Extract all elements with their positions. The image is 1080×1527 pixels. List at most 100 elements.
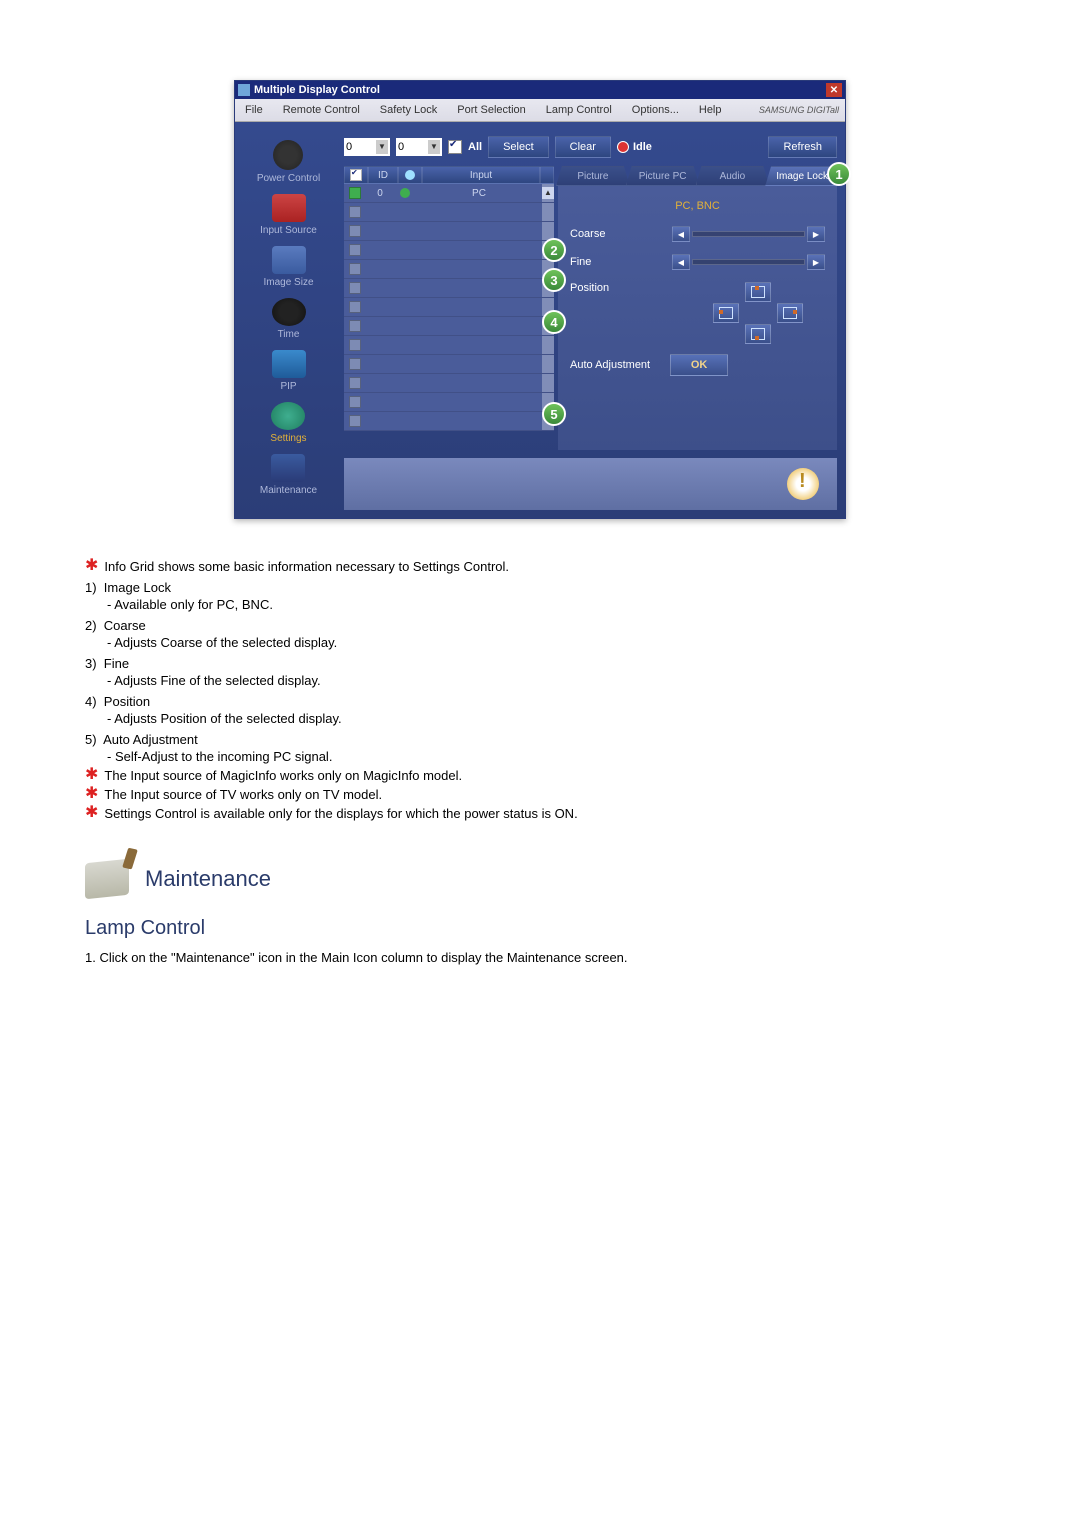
scrollbar-head <box>540 166 554 184</box>
titlebar: Multiple Display Control ✕ <box>235 81 845 99</box>
row-checkbox[interactable] <box>349 187 361 199</box>
ok-button[interactable]: OK <box>670 354 728 376</box>
col-id[interactable]: ID <box>368 166 398 184</box>
arrow-right-icon[interactable]: ▶ <box>807 226 825 242</box>
table-row <box>344 279 554 298</box>
dropdown-1[interactable]: 0 ▼ <box>344 138 390 156</box>
status-dot-icon <box>617 141 629 153</box>
scroll-up-icon[interactable]: ▲ <box>542 187 554 199</box>
arrow-right-icon[interactable]: ▶ <box>807 254 825 270</box>
settings-icon <box>271 402 305 430</box>
col-status[interactable] <box>398 166 422 184</box>
list-sub: - Adjusts Coarse of the selected display… <box>107 635 995 650</box>
slider-track[interactable] <box>692 259 805 265</box>
settings-panel: Picture Picture PC Audio Image Lock PC, … <box>558 166 837 450</box>
callout-2: 2 <box>542 238 566 262</box>
position-right-icon <box>783 307 797 319</box>
note-line: ✱ The Input source of TV works only on T… <box>85 787 995 802</box>
instruction-line: 1. Click on the "Maintenance" icon in th… <box>85 950 995 965</box>
notes-section: ✱ Info Grid shows some basic information… <box>85 559 995 821</box>
table-row <box>344 298 554 317</box>
table-row[interactable]: 0 PC ▲ <box>344 184 554 203</box>
sidebar-label: Time <box>278 329 300 340</box>
position-left-button[interactable] <box>713 303 739 323</box>
input-icon <box>272 194 306 222</box>
power-icon <box>273 140 303 170</box>
callout-1: 1 <box>827 162 851 186</box>
sidebar-item-settings[interactable]: Settings <box>270 402 306 444</box>
col-input[interactable]: Input <box>422 166 540 184</box>
tab-picture-pc[interactable]: Picture PC <box>626 166 700 186</box>
sidebar-item-maintenance[interactable]: Maintenance <box>260 454 317 496</box>
maintenance-icon <box>271 454 305 482</box>
position-right-button[interactable] <box>777 303 803 323</box>
main-area: 0 ▼ 0 ▼ All Select Clear Idle Ref <box>342 122 845 518</box>
menubar: File Remote Control Safety Lock Port Sel… <box>235 99 845 122</box>
menu-port-selection[interactable]: Port Selection <box>447 104 535 116</box>
image-lock-panel: PC, BNC Coarse ◀ ▶ Fine <box>558 186 837 450</box>
fine-row: Fine ◀ ▶ <box>570 254 825 270</box>
table-row <box>344 203 554 222</box>
select-button[interactable]: Select <box>488 136 549 158</box>
position-up-button[interactable] <box>745 282 771 302</box>
fine-slider[interactable]: ◀ ▶ <box>672 254 825 270</box>
list-sub: - Adjusts Position of the selected displ… <box>107 711 995 726</box>
tab-picture[interactable]: Picture <box>556 166 630 186</box>
star-icon: ✱ <box>85 787 98 802</box>
callout-3: 3 <box>542 268 566 292</box>
chevron-down-icon: ▼ <box>376 140 388 154</box>
menu-options[interactable]: Options... <box>622 104 689 116</box>
menu-lamp-control[interactable]: Lamp Control <box>536 104 622 116</box>
note-text: The Input source of TV works only on TV … <box>104 787 382 802</box>
image-size-icon <box>272 246 306 274</box>
menu-safety-lock[interactable]: Safety Lock <box>370 104 447 116</box>
arrow-left-icon[interactable]: ◀ <box>672 226 690 242</box>
fine-label: Fine <box>570 256 662 268</box>
close-icon[interactable]: ✕ <box>826 83 842 97</box>
position-down-button[interactable] <box>745 324 771 344</box>
menu-file[interactable]: File <box>235 104 273 116</box>
col-checkbox[interactable] <box>344 166 368 184</box>
list-sub: - Available only for PC, BNC. <box>107 597 995 612</box>
idle-label: Idle <box>633 141 652 153</box>
note-line: ✱ Settings Control is available only for… <box>85 806 995 821</box>
info-grid: ID Input 0 PC ▲ <box>344 166 554 450</box>
warning-icon <box>787 468 819 500</box>
sidebar-item-image-size[interactable]: Image Size <box>263 246 313 288</box>
maintenance-section-icon <box>85 859 129 900</box>
list-item: 1) Image Lock <box>85 580 995 595</box>
sidebar-item-time[interactable]: Time <box>272 298 306 340</box>
slider-track[interactable] <box>692 231 805 237</box>
sidebar-label: Maintenance <box>260 485 317 496</box>
sidebar-label: Input Source <box>260 225 317 236</box>
filter-toolbar: 0 ▼ 0 ▼ All Select Clear Idle Ref <box>344 136 837 158</box>
sidebar-item-power-control[interactable]: Power Control <box>257 140 320 184</box>
all-checkbox[interactable] <box>448 140 462 154</box>
app-body: Power Control Input Source Image Size Ti… <box>235 122 845 518</box>
table-row <box>344 336 554 355</box>
refresh-button[interactable]: Refresh <box>768 136 837 158</box>
menu-help[interactable]: Help <box>689 104 732 116</box>
table-row <box>344 393 554 412</box>
list-item: 4) Position <box>85 694 995 709</box>
callout-4: 4 <box>542 310 566 334</box>
tab-audio[interactable]: Audio <box>696 166 770 186</box>
sidebar-item-input-source[interactable]: Input Source <box>260 194 317 236</box>
table-row <box>344 412 554 431</box>
sidebar-item-pip[interactable]: PIP <box>272 350 306 392</box>
sidebar-label: Settings <box>270 433 306 444</box>
status-bar <box>344 458 837 510</box>
note-text: Settings Control is available only for t… <box>104 806 577 821</box>
row-id: 0 <box>366 188 394 199</box>
coarse-slider[interactable]: ◀ ▶ <box>672 226 825 242</box>
table-row <box>344 355 554 374</box>
window-title: Multiple Display Control <box>254 84 380 96</box>
star-icon: ✱ <box>85 559 98 574</box>
section-header: Maintenance <box>85 861 995 897</box>
note-line: ✱ The Input source of MagicInfo works on… <box>85 768 995 783</box>
menu-remote-control[interactable]: Remote Control <box>273 104 370 116</box>
clear-button[interactable]: Clear <box>555 136 611 158</box>
dropdown-2[interactable]: 0 ▼ <box>396 138 442 156</box>
position-pad <box>697 282 817 342</box>
arrow-left-icon[interactable]: ◀ <box>672 254 690 270</box>
